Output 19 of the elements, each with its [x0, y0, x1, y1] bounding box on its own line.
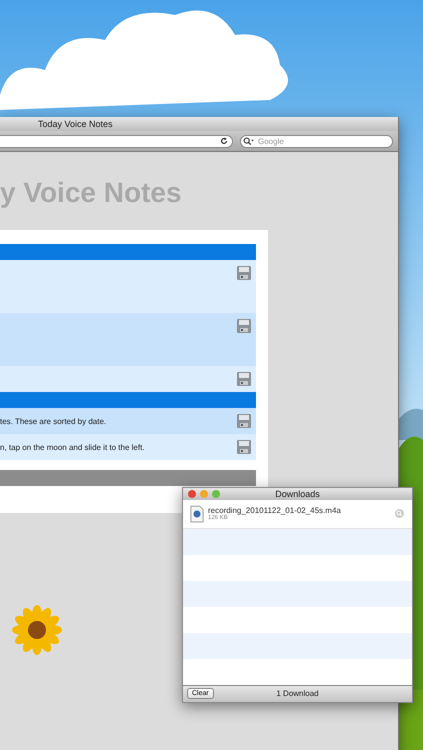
- download-count: 1 Download: [275, 689, 320, 698]
- window-title: Downloads: [274, 488, 321, 499]
- minimize-button[interactable]: [200, 490, 208, 498]
- magnifier-icon[interactable]: [395, 509, 404, 518]
- note-text: tes. These are sorted by date.: [0, 416, 106, 426]
- note-row[interactable]: tes. These are sorted by date.: [0, 408, 256, 434]
- reload-icon[interactable]: [220, 137, 228, 145]
- flower-drawing: [12, 605, 62, 655]
- note-row[interactable]: n, tap on the moon and slide it to the left.: [0, 434, 256, 460]
- close-button[interactable]: [188, 490, 196, 498]
- note-row[interactable]: [0, 366, 256, 392]
- note-text: n, tap on the moon and slide it to the left.: [0, 442, 145, 452]
- file-icon: [190, 504, 204, 523]
- window-title: Today Voice Notes: [37, 119, 113, 129]
- search-icon: [243, 136, 254, 146]
- address-field[interactable]: [0, 134, 233, 148]
- file-name: recording_20101122_01-02_45s.m4a: [208, 506, 342, 516]
- zoom-button[interactable]: [212, 490, 220, 498]
- search-field[interactable]: Google: [240, 134, 393, 148]
